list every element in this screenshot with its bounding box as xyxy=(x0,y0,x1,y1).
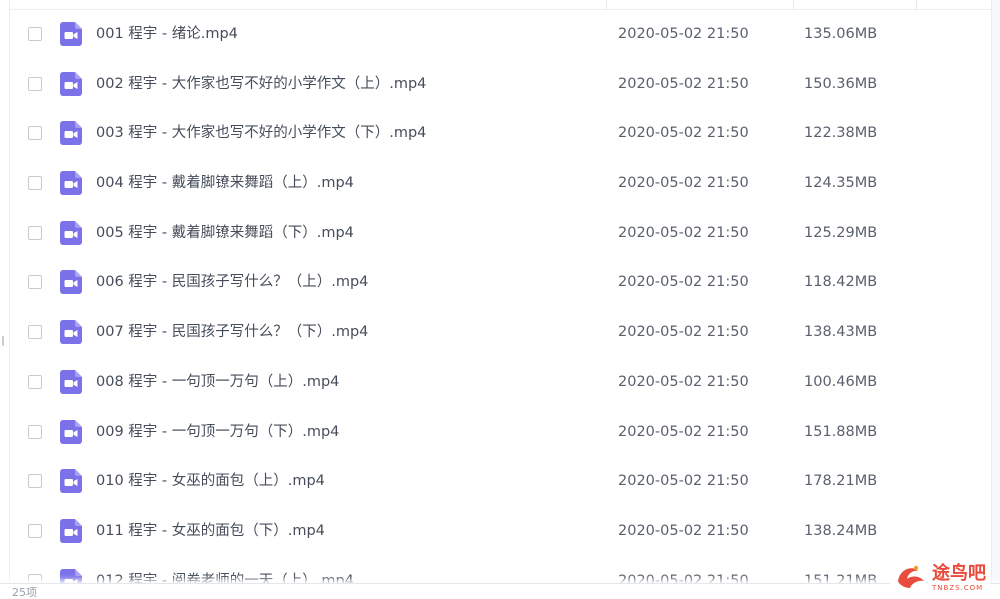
item-count: 25项 xyxy=(12,586,37,599)
file-name[interactable]: 011 程宇 - 女巫的面包（下）.mp4 xyxy=(96,522,325,541)
file-size: 135.06MB xyxy=(804,26,878,42)
scrollbar-track[interactable] xyxy=(991,0,1000,599)
file-size: 100.46MB xyxy=(804,373,878,390)
file-modified-date: 2020-05-02 21:50 xyxy=(618,473,749,490)
file-size: 125.29MB xyxy=(804,224,878,241)
row-checkbox[interactable] xyxy=(28,374,42,389)
video-file-icon xyxy=(60,469,82,494)
file-name[interactable]: 009 程宇 - 一句顶一万句（下）.mp4 xyxy=(96,423,339,442)
row-checkbox[interactable] xyxy=(28,474,42,489)
file-row[interactable]: 001 程宇 - 绪论.mp4 2020-05-02 21:50 135.06M… xyxy=(10,10,992,60)
file-modified-date: 2020-05-02 21:50 xyxy=(618,324,749,341)
file-modified-date: 2020-05-02 21:50 xyxy=(618,423,749,440)
row-checkbox[interactable] xyxy=(28,126,42,141)
file-modified-date: 2020-05-02 21:50 xyxy=(618,373,749,390)
file-modified-date: 2020-05-02 21:50 xyxy=(618,224,749,241)
file-size: 151.88MB xyxy=(804,423,878,440)
file-name[interactable]: 002 程宇 - 大作家也写不好的小学作文（上）.mp4 xyxy=(96,75,426,94)
file-row[interactable]: 006 程宇 - 民国孩子写什么？（上）.mp4 2020-05-02 21:5… xyxy=(10,258,992,308)
file-name[interactable]: 008 程宇 - 一句顶一万句（上）.mp4 xyxy=(96,373,339,392)
file-name[interactable]: 010 程宇 - 女巫的面包（上）.mp4 xyxy=(96,472,325,491)
file-row[interactable]: 004 程宇 - 戴着脚镣来舞蹈（上）.mp4 2020-05-02 21:50… xyxy=(10,159,992,209)
file-modified-date: 2020-05-02 21:50 xyxy=(618,26,749,42)
watermark: 途鸟吧 TNBZS.COM xyxy=(890,561,990,595)
video-file-icon xyxy=(60,320,82,345)
file-size: 118.42MB xyxy=(804,274,878,291)
left-panel-edge xyxy=(0,0,10,599)
file-row[interactable]: 009 程宇 - 一句顶一万句（下）.mp4 2020-05-02 21:50 … xyxy=(10,408,992,458)
row-checkbox[interactable] xyxy=(28,275,42,290)
column-divider-end[interactable] xyxy=(916,0,917,9)
bird-logo-icon xyxy=(894,561,928,595)
file-modified-date: 2020-05-02 21:50 xyxy=(618,125,749,142)
watermark-text: 途鸟吧 xyxy=(932,563,986,584)
file-row[interactable]: 007 程宇 - 民国孩子写什么？（下）.mp4 2020-05-02 21:5… xyxy=(10,308,992,358)
column-divider-size[interactable] xyxy=(793,0,794,9)
video-file-icon xyxy=(60,419,82,444)
file-name[interactable]: 003 程宇 - 大作家也写不好的小学作文（下）.mp4 xyxy=(96,124,426,143)
file-size: 124.35MB xyxy=(804,175,878,192)
file-row[interactable]: 011 程宇 - 女巫的面包（下）.mp4 2020-05-02 21:50 1… xyxy=(10,507,992,557)
file-modified-date: 2020-05-02 21:50 xyxy=(618,75,749,92)
video-file-icon xyxy=(60,71,82,96)
video-file-icon xyxy=(60,121,82,146)
video-file-icon xyxy=(60,270,82,295)
file-size: 122.38MB xyxy=(804,125,878,142)
file-row[interactable]: 010 程宇 - 女巫的面包（上）.mp4 2020-05-02 21:50 1… xyxy=(10,457,992,507)
file-row[interactable]: 003 程宇 - 大作家也写不好的小学作文（下）.mp4 2020-05-02 … xyxy=(10,109,992,159)
file-modified-date: 2020-05-02 21:50 xyxy=(618,522,749,539)
file-name[interactable]: 004 程宇 - 戴着脚镣来舞蹈（上）.mp4 xyxy=(96,174,354,193)
file-modified-date: 2020-05-02 21:50 xyxy=(618,274,749,291)
row-checkbox[interactable] xyxy=(28,424,42,439)
column-divider-date[interactable] xyxy=(606,0,607,9)
status-bar: 25项 xyxy=(0,583,1000,599)
watermark-sub: TNBZS.COM xyxy=(932,584,984,592)
file-row[interactable]: 008 程宇 - 一句顶一万句（上）.mp4 2020-05-02 21:50 … xyxy=(10,358,992,408)
file-size: 138.43MB xyxy=(804,324,878,341)
file-row[interactable]: 002 程宇 - 大作家也写不好的小学作文（上）.mp4 2020-05-02 … xyxy=(10,60,992,110)
video-file-icon xyxy=(60,518,82,543)
video-file-icon xyxy=(60,22,82,46)
video-file-icon xyxy=(60,171,82,196)
file-list-window: 001 程宇 - 绪论.mp4 2020-05-02 21:50 135.06M… xyxy=(0,0,1000,599)
file-name[interactable]: 001 程宇 - 绪论.mp4 xyxy=(96,25,238,44)
row-checkbox[interactable] xyxy=(28,325,42,340)
collapse-handle[interactable] xyxy=(2,336,4,346)
row-checkbox[interactable] xyxy=(28,523,42,538)
column-header xyxy=(10,0,992,10)
file-list: 001 程宇 - 绪论.mp4 2020-05-02 21:50 135.06M… xyxy=(10,10,992,599)
file-name[interactable]: 005 程宇 - 戴着脚镣来舞蹈（下）.mp4 xyxy=(96,224,354,243)
file-size: 178.21MB xyxy=(804,473,878,490)
row-checkbox[interactable] xyxy=(28,76,42,91)
video-file-icon xyxy=(60,369,82,394)
row-checkbox[interactable] xyxy=(28,176,42,191)
video-file-icon xyxy=(60,220,82,245)
file-name[interactable]: 007 程宇 - 民国孩子写什么？（下）.mp4 xyxy=(96,323,368,342)
file-modified-date: 2020-05-02 21:50 xyxy=(618,175,749,192)
file-name[interactable]: 006 程宇 - 民国孩子写什么？（上）.mp4 xyxy=(96,273,368,292)
file-size: 150.36MB xyxy=(804,75,878,92)
file-size: 138.24MB xyxy=(804,522,878,539)
row-checkbox[interactable] xyxy=(28,225,42,240)
file-row[interactable]: 005 程宇 - 戴着脚镣来舞蹈（下）.mp4 2020-05-02 21:50… xyxy=(10,209,992,259)
row-checkbox[interactable] xyxy=(28,27,42,41)
